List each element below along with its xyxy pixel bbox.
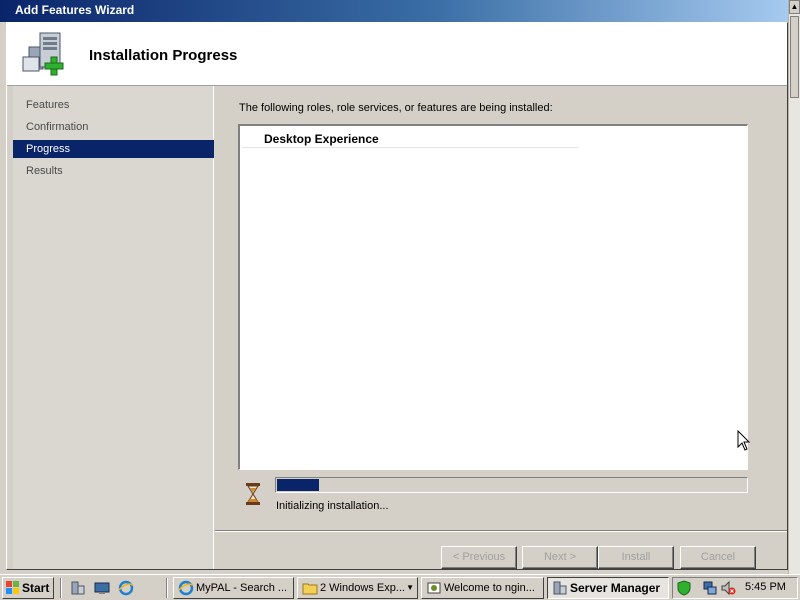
window-title: Add Features Wizard bbox=[15, 3, 135, 17]
security-shield-icon[interactable] bbox=[676, 580, 692, 596]
server-manager-icon bbox=[553, 581, 567, 595]
list-item-label: Desktop Experience bbox=[264, 132, 379, 146]
taskbar-separator bbox=[60, 578, 62, 598]
status-text: Initializing installation... bbox=[276, 500, 389, 512]
task-mypal[interactable]: MyPAL - Search ... bbox=[173, 577, 294, 599]
start-button[interactable]: Start bbox=[2, 577, 54, 599]
footer-divider bbox=[215, 530, 787, 532]
task-windows-explorer[interactable]: 2 Windows Exp... ▼ bbox=[297, 577, 418, 599]
browser-icon bbox=[178, 580, 194, 596]
task-server-manager[interactable]: Server Manager bbox=[547, 577, 669, 599]
scroll-up-arrow-icon[interactable]: ▲ bbox=[789, 0, 800, 14]
nav-item-confirmation[interactable]: Confirmation bbox=[13, 118, 214, 136]
next-button[interactable]: Next > bbox=[522, 546, 598, 569]
nav-item-progress[interactable]: Progress bbox=[13, 140, 214, 158]
previous-button[interactable]: < Previous bbox=[441, 546, 517, 569]
task-label: Server Manager bbox=[570, 581, 661, 595]
task-label: Welcome to ngin... bbox=[444, 582, 535, 594]
install-description: The following roles, role services, or f… bbox=[239, 102, 553, 114]
task-label: 2 Windows Exp... bbox=[320, 582, 405, 594]
install-items-list[interactable]: Desktop Experience bbox=[238, 124, 748, 470]
show-desktop-icon[interactable] bbox=[94, 580, 110, 596]
title-bar[interactable]: Add Features Wizard bbox=[0, 0, 788, 22]
folder-icon bbox=[302, 583, 318, 595]
internet-explorer-icon[interactable] bbox=[118, 580, 134, 596]
nav-item-features[interactable]: Features bbox=[13, 96, 214, 114]
progress-fill bbox=[277, 479, 319, 491]
wizard-nav: Features Confirmation Progress Results bbox=[13, 86, 214, 569]
chevron-down-icon: ▼ bbox=[406, 583, 414, 592]
mouse-cursor-icon bbox=[737, 430, 751, 451]
wizard-dialog: Installation Progress Features Confirmat… bbox=[6, 22, 788, 570]
wizard-header: Installation Progress bbox=[7, 23, 787, 86]
cancel-button[interactable]: Cancel bbox=[680, 546, 756, 569]
taskbar: Start MyPAL - Search ... 2 Windows Exp..… bbox=[0, 574, 800, 600]
page-title: Installation Progress bbox=[89, 47, 238, 64]
hourglass-icon bbox=[246, 483, 260, 505]
install-button[interactable]: Install bbox=[598, 546, 674, 569]
taskbar-separator bbox=[166, 578, 168, 598]
start-label: Start bbox=[22, 581, 50, 595]
system-tray: 5:45 PM bbox=[672, 577, 798, 599]
server-add-icon bbox=[22, 32, 64, 76]
task-welcome-nginx[interactable]: Welcome to ngin... bbox=[421, 577, 544, 599]
network-icon[interactable] bbox=[702, 580, 718, 596]
nav-item-results[interactable]: Results bbox=[13, 162, 214, 180]
volume-muted-icon[interactable] bbox=[720, 580, 736, 596]
web-page-icon bbox=[427, 582, 441, 594]
task-label: MyPAL - Search ... bbox=[196, 582, 288, 594]
install-progress-bar bbox=[275, 477, 748, 493]
server-manager-quicklaunch-icon[interactable] bbox=[70, 580, 86, 596]
list-item: Desktop Experience bbox=[242, 128, 578, 148]
vertical-scrollbar[interactable]: ▲ bbox=[788, 0, 800, 574]
clock[interactable]: 5:45 PM bbox=[745, 581, 786, 593]
windows-flag-icon bbox=[6, 581, 19, 594]
scroll-thumb[interactable] bbox=[790, 16, 799, 98]
